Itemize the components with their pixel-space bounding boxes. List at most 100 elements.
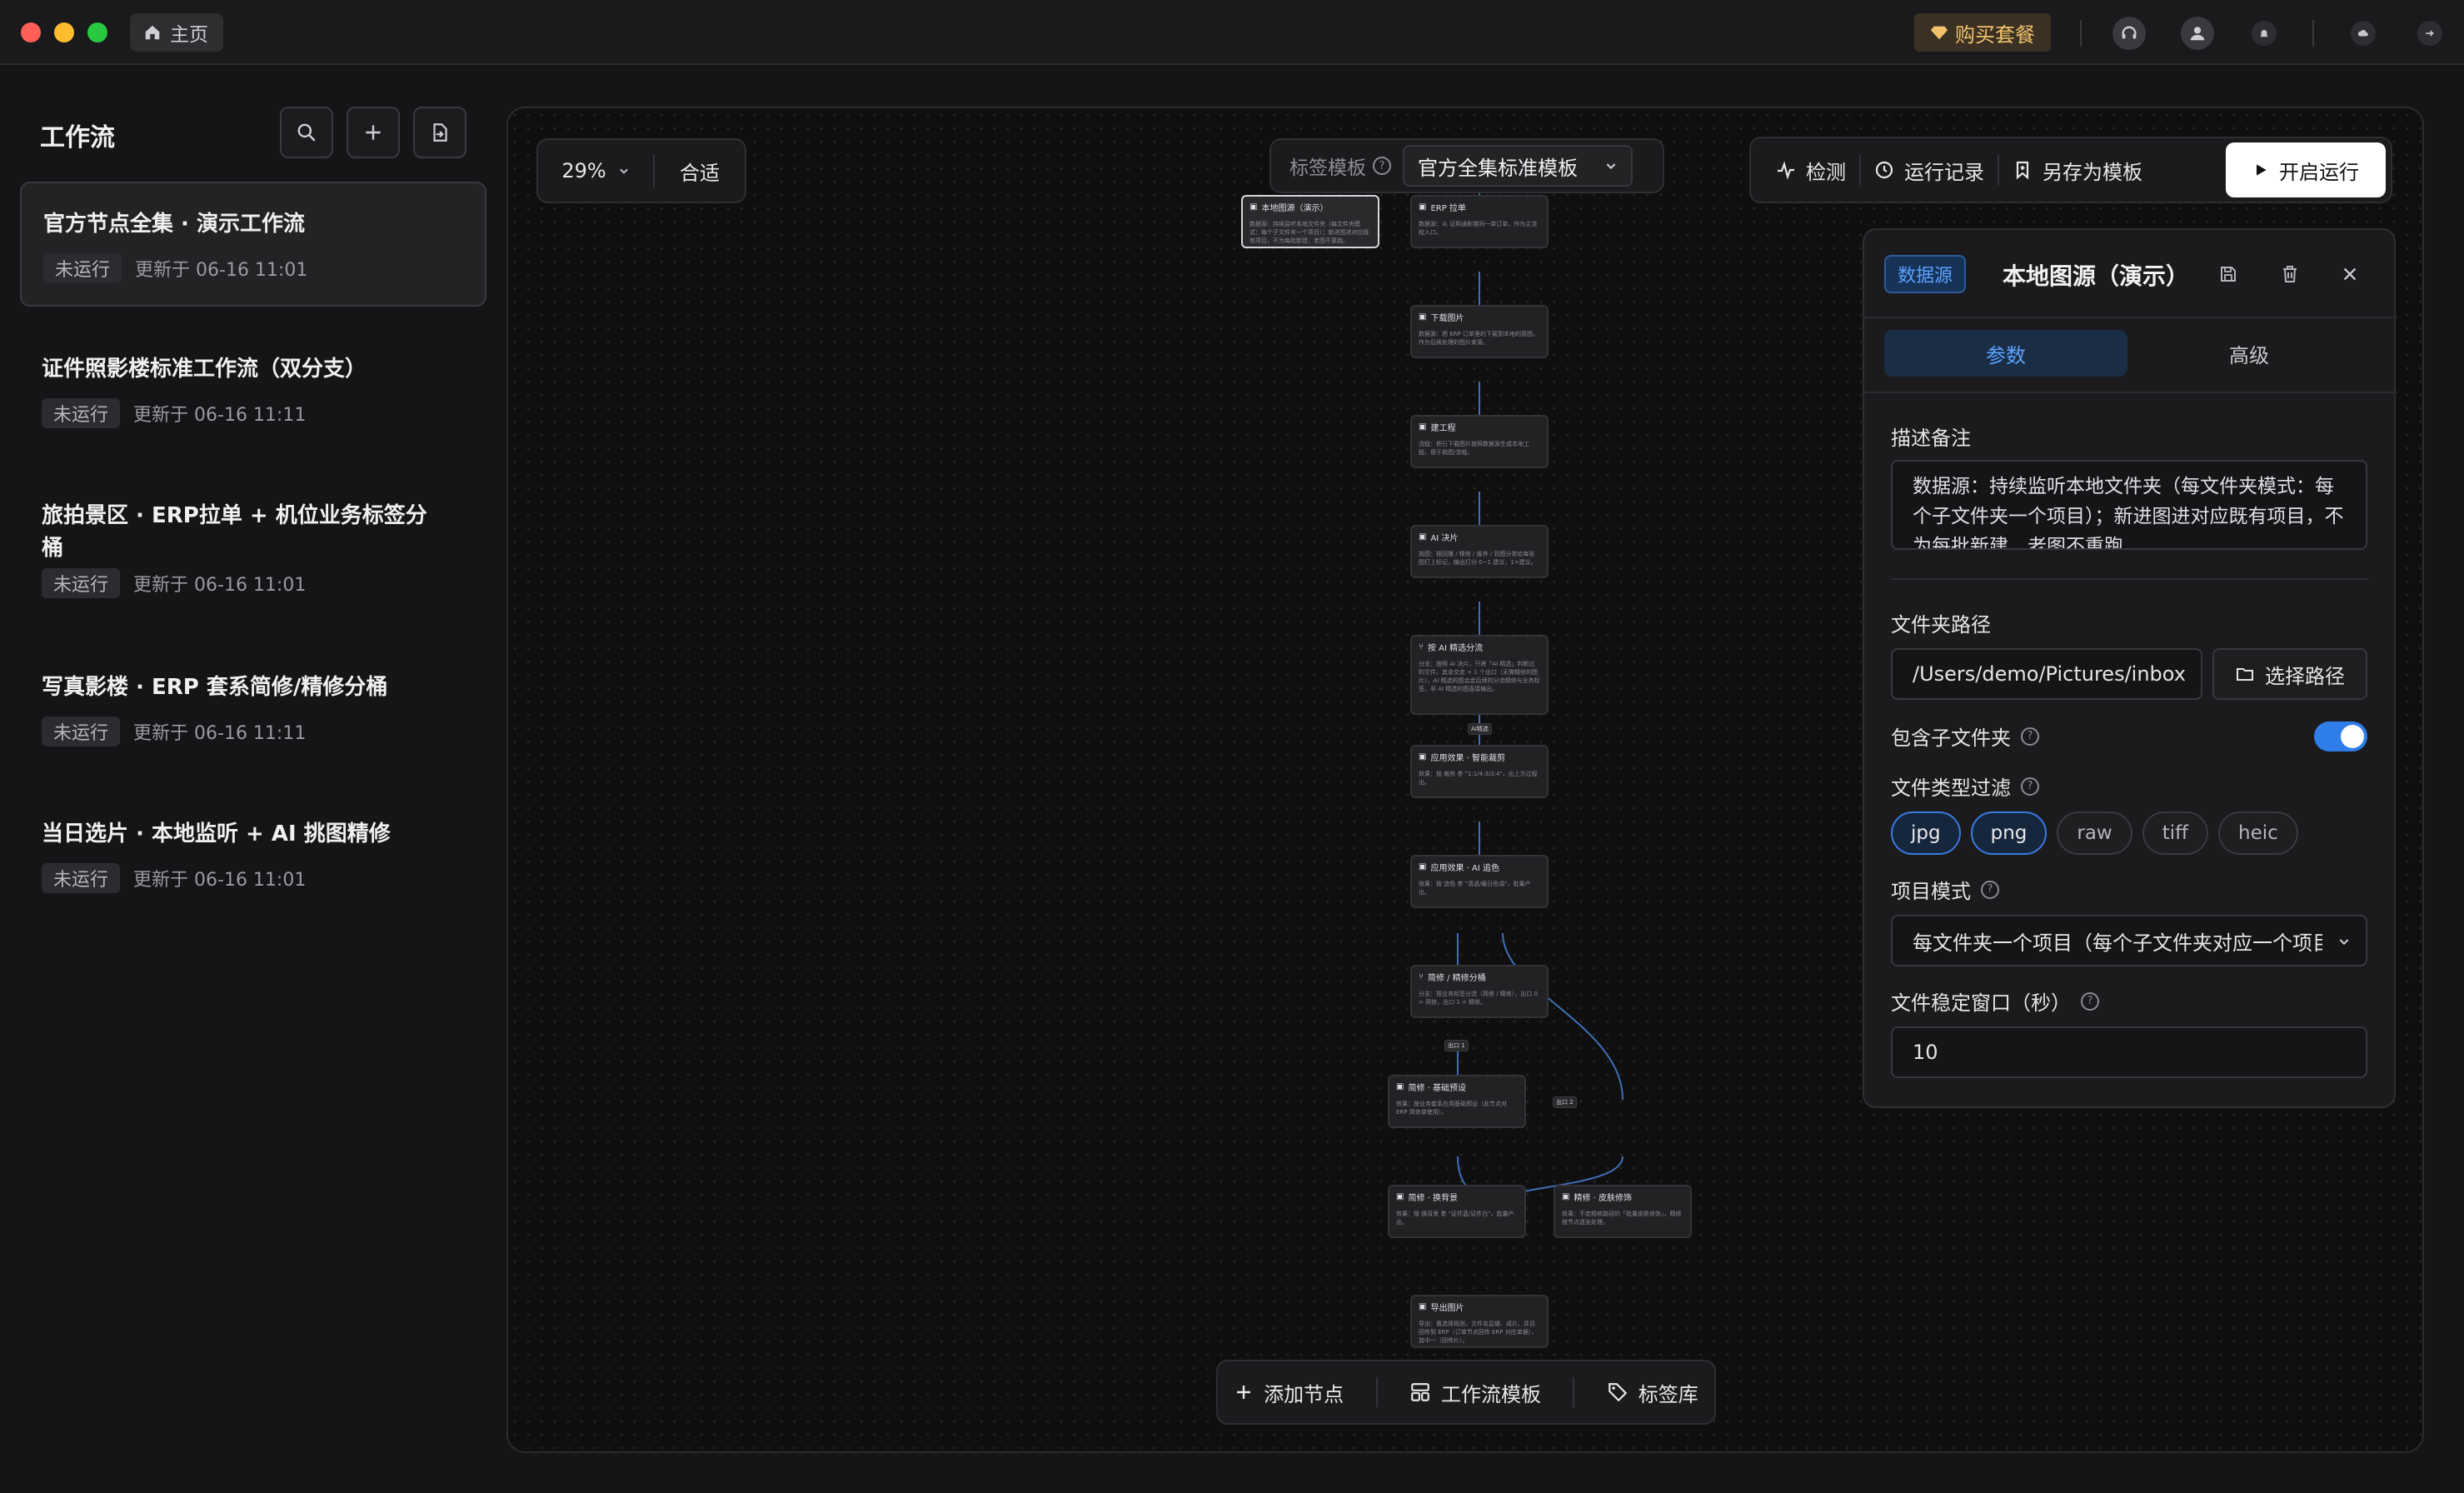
- close-icon[interactable]: [2336, 260, 2364, 288]
- workflow-node-smart-crop[interactable]: ▣ 应用效果 · 智能裁剪 效果：按 裁剪 参 "1:1/4:3/3:4"，出上方…: [1410, 745, 1549, 798]
- fit-view-button[interactable]: 合适: [655, 157, 745, 186]
- description-textarea[interactable]: 数据源：持续监听本地文件夹（每文件夹模式：每个子文件夹一个项目）；新进图进对应既…: [1891, 460, 2367, 550]
- node-description: 流程：把已下载图片按照数据源生成本地工程，便于挑图/流程。: [1419, 441, 1529, 456]
- save-as-template-label: 另存为模板: [2043, 160, 2142, 184]
- divider: [1573, 1377, 1575, 1407]
- workflow-templates-label: 工作流模板: [1440, 1382, 1541, 1406]
- workflow-node-download[interactable]: ▣ 下载图片 数据源：把 ERP 订单里的下载到本地的原图，作为后续处理的图片来源…: [1410, 305, 1549, 358]
- filetype-chip-png[interactable]: png: [1970, 811, 2048, 855]
- filetype-chip-raw[interactable]: raw: [2057, 811, 2132, 855]
- minimize-window-button[interactable]: [54, 22, 74, 42]
- check-button[interactable]: 检测: [1763, 156, 1859, 185]
- tag-library-button[interactable]: 标签库: [1607, 1378, 1698, 1407]
- run-history-button[interactable]: 运行记录: [1861, 156, 1998, 185]
- node-title: 本地图源（演示）: [1261, 204, 1329, 213]
- import-icon: [433, 123, 447, 142]
- cloud-icon[interactable]: [2351, 21, 2376, 46]
- workflow-node-build-project[interactable]: ▣ 建工程 流程：把已下载图片按照数据源生成本地工程，便于挑图/流程。: [1410, 415, 1549, 468]
- workflow-templates-button[interactable]: 工作流模板: [1409, 1378, 1541, 1407]
- zoom-dropdown[interactable]: 29%: [538, 159, 653, 182]
- help-icon[interactable]: ?: [2021, 727, 2039, 746]
- workflow-title: 证件照影楼标准工作流（双分支）: [42, 357, 367, 382]
- stable-window-input[interactable]: 10: [1891, 1026, 2367, 1078]
- choose-path-label: 选择路径: [2265, 664, 2345, 688]
- node-description: 分支：按照 AI 决片，只将「AI 精选」判断过的文件，其余交走 + 1 个出口…: [1419, 661, 1540, 692]
- filetype-chip-jpg[interactable]: jpg: [1891, 811, 1961, 855]
- tab-advanced[interactable]: 高级: [2127, 330, 2371, 377]
- workflow-item[interactable]: 官方节点全集 · 演示工作流 未运行 更新于 06-16 11:01: [20, 182, 486, 307]
- workflow-node-ai-select[interactable]: ▣ AI 决片 挑图：按回播 / 精修 / 废弃 / 到图分类给每张图打上标记，输…: [1410, 525, 1549, 578]
- home-tab-label: 主页: [170, 24, 208, 46]
- node-title: AI 决片: [1430, 534, 1459, 543]
- project-mode-label: 项目模式: [1891, 880, 1971, 903]
- close-window-button[interactable]: [21, 22, 41, 42]
- help-icon[interactable]: ?: [2021, 776, 2039, 796]
- layout-icon: [1411, 1383, 1429, 1401]
- effect-icon: ▣: [1396, 1082, 1404, 1091]
- user-avatar-icon[interactable]: [2181, 17, 2214, 50]
- panel-tabs: 参数 高级: [1884, 330, 2376, 377]
- effect-icon: ▣: [1396, 1192, 1404, 1201]
- filetype-chip-heic[interactable]: heic: [2218, 811, 2298, 855]
- workflow-item[interactable]: 当日选片 · 本地监听 + AI 挑图精修 未运行 更新于 06-16 11:0…: [20, 793, 486, 918]
- include-subfolders-toggle[interactable]: [2314, 722, 2367, 751]
- divider: [1375, 1377, 1378, 1407]
- workflow-item[interactable]: 旅拍景区 · ERP拉单 + 机位业务标签分桶 未运行 更新于 06-16 11…: [20, 475, 486, 625]
- tag-template-dropdown[interactable]: 官方全集标准模板: [1403, 145, 1633, 187]
- node-description: 数据源：从 证照通影楼同一单订单，作为主流程入口。: [1419, 221, 1538, 236]
- workflow-item[interactable]: 写真影楼 · ERP 套系简修/精修分桶 未运行 更新于 06-16 11:11: [20, 647, 486, 771]
- workflow-title: 官方节点全集 · 演示工作流: [43, 212, 305, 237]
- help-icon[interactable]: ?: [2081, 991, 2099, 1011]
- workflow-node-local-source[interactable]: ▣ 本地图源（演示） 数据源：持续监听本地文件夹（每文件夹模式：每个子文件夹一个项…: [1241, 195, 1379, 248]
- tab-params[interactable]: 参数: [1884, 330, 2127, 377]
- save-as-template-button[interactable]: 另存为模板: [1999, 156, 2156, 185]
- export-icon: ▣: [1419, 1302, 1427, 1311]
- workflow-node-retouch-branch[interactable]: ⑂ 简修 / 精修分桶 分支：按业务标签分流（简修 / 精修），出口 0 = 简修…: [1410, 965, 1549, 1018]
- chevron-down-icon: [1606, 163, 1616, 170]
- save-icon[interactable]: [2214, 260, 2242, 288]
- plus-icon: [1237, 1386, 1251, 1399]
- start-run-button[interactable]: 开启运行: [2226, 142, 2386, 197]
- titlebar-divider: [2080, 20, 2082, 47]
- add-node-button[interactable]: 添加节点: [1234, 1378, 1344, 1407]
- add-workflow-button[interactable]: [347, 107, 400, 158]
- workflow-node-change-background[interactable]: ▣ 简修 · 换背景 效果：按 换背景 参 "证件蓝/证件白"，批量产出。: [1388, 1185, 1526, 1238]
- filetype-chip-tiff[interactable]: tiff: [2142, 811, 2209, 855]
- status-badge: 未运行: [43, 253, 122, 283]
- help-icon[interactable]: ?: [1981, 880, 1999, 899]
- sidebar-title: 工作流: [40, 123, 115, 152]
- workflow-node-ai-branch[interactable]: ⑂ 按 AI 精选分流 分支：按照 AI 决片，只将「AI 精选」判断过的文件，其…: [1410, 635, 1549, 715]
- node-description: 效果：按业务套系应用基础预设（此节点对 ERP 简修单使用）。: [1396, 1101, 1507, 1116]
- zoom-value: 29%: [561, 159, 606, 182]
- node-title: 下载图片: [1430, 314, 1464, 323]
- divider: [1891, 578, 2369, 580]
- workflow-node-skin-retouch[interactable]: ▣ 精修 · 皮肤修饰 效果：不走精修路径的「批量皮肤修饰」，精修按节点逐张处理。: [1554, 1185, 1692, 1238]
- logout-icon[interactable]: [2417, 21, 2442, 46]
- choose-path-button[interactable]: 选择路径: [2212, 648, 2367, 700]
- node-description: 分支：按业务标签分流（简修 / 精修），出口 0 = 简修，出口 1 = 精修。: [1419, 991, 1538, 1006]
- notification-bell-icon[interactable]: [2252, 21, 2277, 46]
- maximize-window-button[interactable]: [87, 22, 107, 42]
- import-workflow-button[interactable]: [413, 107, 466, 158]
- effect-icon: ▣: [1419, 752, 1427, 761]
- status-badge: 未运行: [42, 568, 121, 598]
- help-icon[interactable]: ?: [1373, 157, 1391, 175]
- search-button[interactable]: [280, 107, 333, 158]
- buy-plan-button[interactable]: 购买套餐: [1914, 13, 2051, 52]
- status-badge: 未运行: [42, 863, 121, 893]
- divider: [1864, 392, 2397, 393]
- workflow-item[interactable]: 证件照影楼标准工作流（双分支） 未运行 更新于 06-16 11:11: [20, 328, 486, 453]
- filetype-chips: jpg png raw tiff heic: [1891, 811, 2298, 855]
- workflow-node-export[interactable]: ▣ 导出图片 导出：看选择规则，文件名后缀、成片、并且回传到 ERP（订单节点回传…: [1410, 1295, 1549, 1348]
- node-description: 效果：不走精修路径的「批量皮肤修饰」，精修按节点逐张处理。: [1562, 1211, 1682, 1226]
- folder-path-input[interactable]: /Users/demo/Pictures/inbox: [1891, 648, 2202, 700]
- node-properties-panel: 数据源 本地图源（演示） 参数 高级 描述备注 数据源：持续监听本地文件夹（每文…: [1863, 228, 2397, 1108]
- headset-icon[interactable]: [2112, 17, 2146, 50]
- edge-label: AI精选: [1468, 723, 1492, 735]
- trash-icon[interactable]: [2276, 260, 2304, 288]
- workflow-node-erp-pull[interactable]: ▣ ERP 拉单 数据源：从 证照通影楼同一单订单，作为主流程入口。: [1410, 195, 1549, 248]
- home-tab[interactable]: 主页: [130, 13, 223, 52]
- project-mode-select[interactable]: 每文件夹一个项目（每个子文件夹对应一个项目）: [1891, 915, 2367, 966]
- workflow-node-basic-preset[interactable]: ▣ 简修 · 基础预设 效果：按业务套系应用基础预设（此节点对 ERP 简修单使用…: [1388, 1075, 1526, 1128]
- workflow-node-ai-color[interactable]: ▣ 应用效果 · AI 追色 效果：按 追色 参 "清透/暖日色调"，批量产出。: [1410, 855, 1549, 908]
